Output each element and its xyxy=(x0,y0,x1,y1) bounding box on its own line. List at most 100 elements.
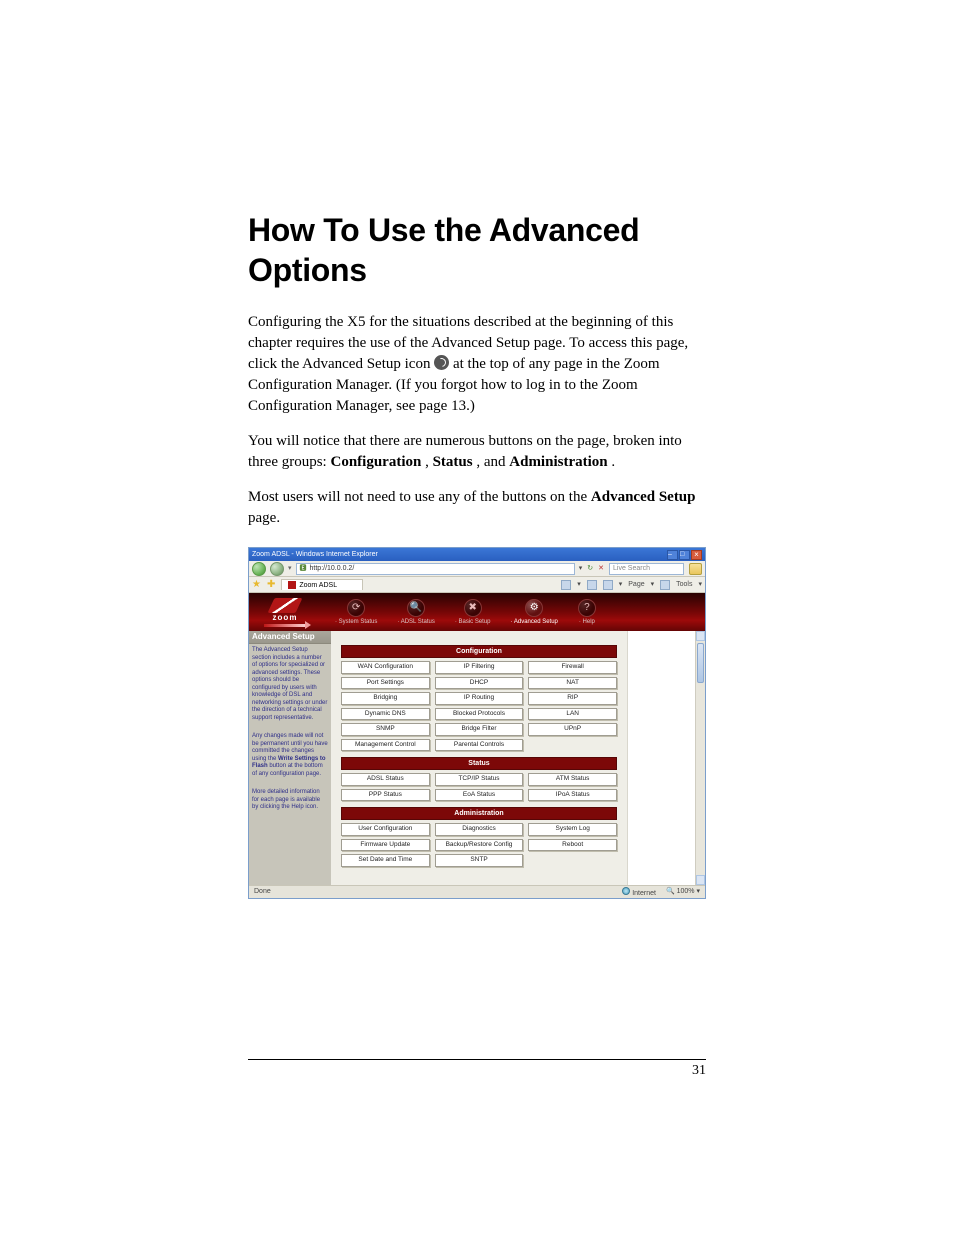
config-button[interactable]: Dynamic DNS xyxy=(341,708,430,721)
right-gutter xyxy=(627,631,705,885)
admin-button[interactable]: User Configuration xyxy=(341,823,430,836)
print-icon[interactable] xyxy=(603,580,613,590)
zoom-favicon-icon xyxy=(288,581,296,589)
magnifier-icon: 🔍 xyxy=(410,603,422,613)
nav-label: · System Status xyxy=(335,619,377,625)
section-header-status: Status xyxy=(341,757,617,770)
nav-label: · Help xyxy=(579,619,595,625)
status-done: Done xyxy=(254,888,271,895)
config-button[interactable]: UPnP xyxy=(528,723,617,736)
nav-system-status[interactable]: ⟳ · System Status xyxy=(335,599,377,625)
zoom-logo: zoom xyxy=(255,598,315,627)
section-header-administration: Administration xyxy=(341,807,617,820)
ie-title-bar: Zoom ADSL - Windows Internet Explorer – … xyxy=(249,548,705,561)
status-button[interactable]: ADSL Status xyxy=(341,773,430,786)
search-button[interactable] xyxy=(689,563,702,575)
browser-tab[interactable]: Zoom ADSL xyxy=(281,579,363,590)
config-button[interactable]: Firewall xyxy=(528,661,617,674)
nav-adsl-status[interactable]: 🔍 · ADSL Status xyxy=(397,599,434,625)
text: , and xyxy=(476,454,509,470)
zoom-logo-text: zoom xyxy=(273,614,298,622)
config-button[interactable]: Blocked Protocols xyxy=(435,708,524,721)
gear-icon: ⚙ xyxy=(530,603,539,613)
config-button[interactable]: WAN Configuration xyxy=(341,661,430,674)
ie-status-bar: Done Internet 🔍 100% ▾ xyxy=(249,885,705,898)
status-button[interactable]: IPoA Status xyxy=(528,789,617,802)
go-dropdown-icon[interactable]: ▾ xyxy=(579,565,583,572)
nav-advanced-setup[interactable]: ⚙ · Advanced Setup xyxy=(511,599,558,625)
text: , xyxy=(425,454,433,470)
zoom-level[interactable]: 🔍 100% ▾ xyxy=(666,888,700,895)
sidebar-title: Advanced Setup xyxy=(249,631,331,644)
config-button[interactable]: IP Routing xyxy=(435,692,524,705)
page-content: zoom ⟳ · System Status 🔍 · ADSL Status ✖… xyxy=(249,593,705,885)
admin-button[interactable]: SNTP xyxy=(435,854,524,867)
tools-icon[interactable] xyxy=(660,580,670,590)
scroll-thumb[interactable] xyxy=(697,643,704,683)
refresh-icon[interactable]: ↻ xyxy=(587,565,593,572)
tab-label: Zoom ADSL xyxy=(299,582,337,589)
admin-button[interactable]: Backup/Restore Config xyxy=(435,839,524,852)
status-button[interactable]: EoA Status xyxy=(435,789,524,802)
feeds-icon[interactable] xyxy=(587,580,597,590)
page-number: 31 xyxy=(248,1060,706,1079)
main-panel: Configuration WAN Configuration IP Filter… xyxy=(331,631,627,885)
favorites-star-icon[interactable]: ★ xyxy=(252,580,261,590)
back-button[interactable] xyxy=(252,562,266,576)
minimize-button[interactable]: – xyxy=(667,550,678,560)
status-button[interactable]: PPP Status xyxy=(341,789,430,802)
scroll-up-button[interactable] xyxy=(696,631,705,641)
window-title: Zoom ADSL - Windows Internet Explorer xyxy=(252,551,378,558)
forward-button[interactable] xyxy=(270,562,284,576)
config-button[interactable]: RIP xyxy=(528,692,617,705)
admin-button[interactable]: Firmware Update xyxy=(341,839,430,852)
config-button[interactable]: LAN xyxy=(528,708,617,721)
tools-menu[interactable]: Tools xyxy=(676,581,692,588)
status-grid: ADSL Status TCP/IP Status ATM Status PPP St… xyxy=(341,773,617,801)
maximize-button[interactable]: □ xyxy=(679,550,690,560)
config-button[interactable]: Port Settings xyxy=(341,677,430,690)
config-button[interactable]: Bridge Filter xyxy=(435,723,524,736)
admin-button[interactable]: Diagnostics xyxy=(435,823,524,836)
sidebar-paragraph: The Advanced Setup section includes a nu… xyxy=(249,644,331,730)
config-button[interactable]: DHCP xyxy=(435,677,524,690)
page-menu[interactable]: Page xyxy=(628,581,644,588)
admin-button[interactable]: System Log xyxy=(528,823,617,836)
page-icon: 🅴 xyxy=(300,565,307,572)
config-button[interactable]: Management Control xyxy=(341,739,430,752)
search-box[interactable]: Live Search xyxy=(609,563,684,575)
nav-help[interactable]: ? · Help xyxy=(578,599,596,625)
config-button[interactable]: Bridging xyxy=(341,692,430,705)
scrollbar[interactable] xyxy=(695,631,705,885)
config-button[interactable]: IP Filtering xyxy=(435,661,524,674)
scroll-down-button[interactable] xyxy=(696,875,705,885)
nav-basic-setup[interactable]: ✖ · Basic Setup xyxy=(455,599,491,625)
admin-button[interactable]: Reboot xyxy=(528,839,617,852)
config-button[interactable]: SNMP xyxy=(341,723,430,736)
text-bold: Advanced Setup xyxy=(591,489,696,505)
sidebar-paragraph: More detailed information for each page … xyxy=(249,786,331,820)
config-button[interactable]: Parental Controls xyxy=(435,739,524,752)
stop-icon[interactable]: ✕ xyxy=(598,565,604,572)
body-paragraph-1: Configuring the X5 for the situations de… xyxy=(248,312,706,417)
nav-label: · Basic Setup xyxy=(455,619,491,625)
status-button[interactable]: ATM Status xyxy=(528,773,617,786)
status-button[interactable]: TCP/IP Status xyxy=(435,773,524,786)
close-button[interactable]: × xyxy=(691,550,702,560)
section-header-configuration: Configuration xyxy=(341,645,617,658)
config-button[interactable]: NAT xyxy=(528,677,617,690)
add-favorites-icon[interactable]: ✚ xyxy=(267,580,275,590)
zoom-top-nav: ⟳ · System Status 🔍 · ADSL Status ✖ · Ba… xyxy=(335,599,596,625)
ie-nav-bar: ▾ 🅴 http://10.0.0.2/ ▾ ↻ ✕ Live Search xyxy=(249,561,705,577)
body-paragraph-3: Most users will not need to use any of t… xyxy=(248,487,706,529)
wrench-icon: ✖ xyxy=(468,603,476,613)
admin-button[interactable]: Set Date and Time xyxy=(341,854,430,867)
nav-label: · ADSL Status xyxy=(397,619,434,625)
administration-grid: User Configuration Diagnostics System Log F… xyxy=(341,823,617,867)
home-icon[interactable] xyxy=(561,580,571,590)
zoom-logo-icon xyxy=(268,598,303,613)
internet-zone-icon xyxy=(622,887,630,895)
address-bar[interactable]: 🅴 http://10.0.0.2/ xyxy=(296,563,575,575)
configuration-grid: WAN Configuration IP Filtering Firewall Por… xyxy=(341,661,617,751)
zoom-header: zoom ⟳ · System Status 🔍 · ADSL Status ✖… xyxy=(249,593,705,631)
